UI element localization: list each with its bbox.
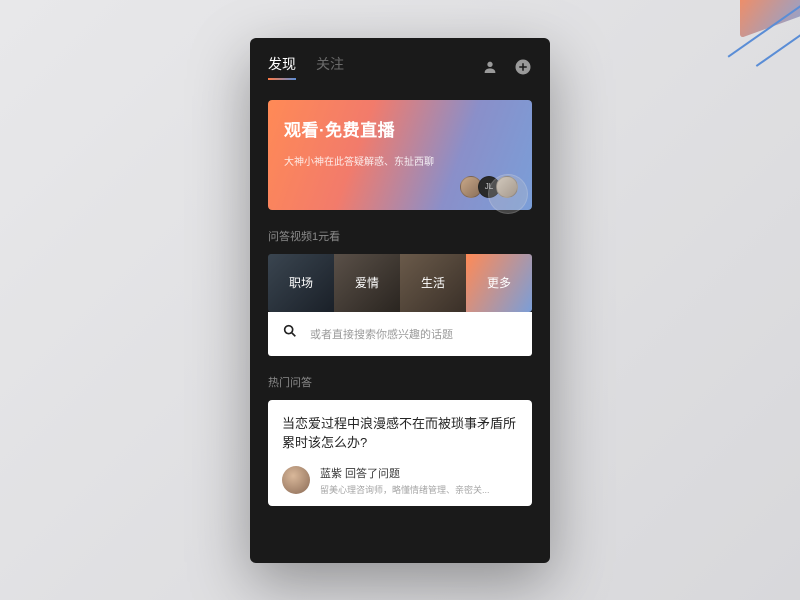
app-screen: 发现 关注 观看·免费直播 大神小神在此答疑解惑、东扯西聊 JL 问答视频1元看…: [250, 38, 550, 563]
live-banner[interactable]: 观看·免费直播 大神小神在此答疑解惑、东扯西聊 JL: [268, 100, 532, 210]
category-life[interactable]: 生活: [400, 254, 466, 312]
tab-follow[interactable]: 关注: [316, 54, 344, 80]
category-love[interactable]: 爱情: [334, 254, 400, 312]
hot-question-title: 当恋爱过程中浪漫感不在而被琐事矛盾所累时该怎么办?: [282, 414, 518, 453]
banner-title: 观看·免费直播: [284, 116, 516, 141]
search-icon: [282, 323, 298, 344]
search-placeholder: 或者直接搜索你感兴趣的话题: [310, 326, 453, 342]
banner-subtitle: 大神小神在此答疑解惑、东扯西聊: [284, 153, 516, 168]
hot-user-bio: 留美心理咨询师，略懂情绪管理、亲密关...: [320, 483, 490, 496]
top-tabs: 发现 关注: [250, 38, 550, 90]
tab-discover[interactable]: 发现: [268, 54, 296, 80]
search-input[interactable]: 或者直接搜索你感兴趣的话题: [268, 312, 532, 356]
category-more[interactable]: 更多: [466, 254, 532, 312]
category-row: 职场 爱情 生活 更多: [268, 254, 532, 312]
profile-icon[interactable]: [482, 59, 498, 75]
hot-question-card[interactable]: 当恋爱过程中浪漫感不在而被琐事矛盾所累时该怎么办? 蓝紫 回答了问题 留美心理咨…: [268, 400, 532, 506]
avatar: [282, 466, 310, 494]
hot-user-line: 蓝紫 回答了问题: [320, 465, 490, 481]
hot-meta: 蓝紫 回答了问题 留美心理咨询师，略懂情绪管理、亲密关...: [282, 465, 518, 496]
touch-indicator: [488, 174, 528, 214]
category-career[interactable]: 职场: [268, 254, 334, 312]
section-hot-label: 热门问答: [250, 356, 550, 400]
add-icon[interactable]: [514, 58, 532, 76]
section-video-label: 问答视频1元看: [250, 210, 550, 254]
